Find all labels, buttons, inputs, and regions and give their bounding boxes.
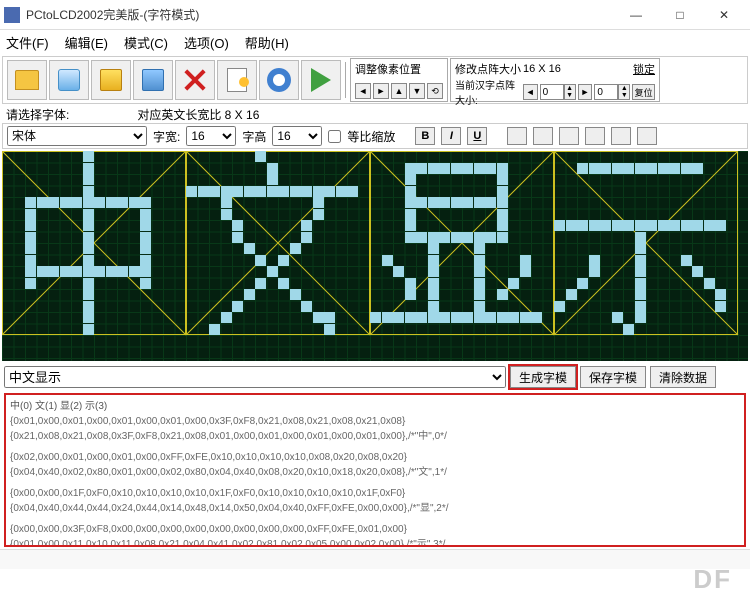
shift-up-button[interactable]: ▲ xyxy=(391,83,407,99)
folder-icon xyxy=(15,70,39,90)
disk2-icon xyxy=(142,69,164,91)
glyph-canvas[interactable] xyxy=(2,151,748,361)
open-button[interactable] xyxy=(7,60,47,100)
settings-button[interactable] xyxy=(259,60,299,100)
dm-y-input[interactable] xyxy=(594,84,618,100)
saveas-button[interactable] xyxy=(133,60,173,100)
pixel-shift-title: 调整像素位置 xyxy=(355,61,443,77)
output-area[interactable]: 中(0) 文(1) 显(2) 示(3) {0x01,0x00,0x01,0x00… xyxy=(4,393,746,547)
menu-mode[interactable]: 模式(C) xyxy=(124,33,168,52)
shift-right-button[interactable]: ► xyxy=(373,83,389,99)
dotmatrix-size: 16 X 16 xyxy=(523,63,561,75)
dotmatrix-panel: 修改点阵大小 16 X 16 锁定 当前汉字点阵大小: ◄ ▲▼ ► ▲▼ 复位 xyxy=(450,58,660,102)
eqscale-checkbox[interactable] xyxy=(328,130,341,143)
char-height-select[interactable]: 16 xyxy=(272,126,322,146)
output-line: {0x04,0x40,0x44,0x44,0x24,0x44,0x14,0x48… xyxy=(10,501,740,516)
clear-data-button[interactable]: 清除数据 xyxy=(650,366,716,388)
output-line: {0x02,0x00,0x01,0x00,0x01,0x00,0xFF,0xFE… xyxy=(10,450,740,465)
generate-button[interactable]: 生成字模 xyxy=(510,366,576,388)
flip-h-button[interactable] xyxy=(507,127,527,145)
menu-bar: 文件(F) 编辑(E) 模式(C) 选项(O) 帮助(H) xyxy=(0,30,750,54)
dm-x-input[interactable] xyxy=(540,84,564,100)
watermark: DF xyxy=(693,564,732,595)
close-button[interactable]: ✕ xyxy=(702,0,746,30)
app-icon xyxy=(4,7,20,23)
text-input[interactable]: 中文显示 xyxy=(4,366,506,388)
dm-x-spin[interactable]: ▲▼ xyxy=(540,84,576,100)
dm-left[interactable]: ◄ xyxy=(523,84,538,100)
char-width-select[interactable]: 16 xyxy=(186,126,236,146)
output-line: {0x04,0x40,0x02,0x80,0x01,0x00,0x02,0x80… xyxy=(10,465,740,480)
output-line: {0x01,0x00,0x11,0x10,0x11,0x08,0x21,0x04… xyxy=(10,537,740,547)
output-line: {0x00,0x00,0x1F,0xF0,0x10,0x10,0x10,0x10… xyxy=(10,486,740,501)
font-select[interactable]: 宋体 xyxy=(7,126,147,146)
output-line: {0x00,0x00,0x3F,0xF8,0x00,0x00,0x00,0x00… xyxy=(10,522,740,537)
reset-button[interactable]: 复位 xyxy=(632,84,655,100)
rotate-r-button[interactable] xyxy=(585,127,605,145)
char-width-label: 字宽: xyxy=(153,128,180,145)
flip-v-button[interactable] xyxy=(533,127,553,145)
x-icon xyxy=(182,67,208,93)
config-bar: 宋体 字宽: 16 字高 16 等比缩放 B I U xyxy=(2,123,748,149)
output-line: {0x01,0x00,0x01,0x00,0x01,0x00,0x01,0x00… xyxy=(10,414,740,429)
mirror-button[interactable] xyxy=(611,127,631,145)
lock-button[interactable]: 锁定 xyxy=(633,61,655,77)
dm-y-spin[interactable]: ▲▼ xyxy=(594,84,630,100)
pixel-shift-panel: 调整像素位置 ◄ ► ▲ ▼ ⟲ xyxy=(350,58,448,102)
font-prompt: 请选择字体: xyxy=(6,106,69,123)
menu-file[interactable]: 文件(F) xyxy=(6,33,49,52)
envelope-icon xyxy=(58,69,80,91)
note-button[interactable] xyxy=(217,60,257,100)
save-font-button[interactable]: 保存字模 xyxy=(580,366,646,388)
toolbar: 调整像素位置 ◄ ► ▲ ▼ ⟲ 修改点阵大小 16 X 16 锁定 当前汉字点… xyxy=(2,56,748,104)
mail-button[interactable] xyxy=(49,60,89,100)
window-title: PCtoLCD2002完美版-(字符模式) xyxy=(26,6,614,23)
char-box-1 xyxy=(186,151,370,335)
eqscale-label: 等比缩放 xyxy=(347,128,395,145)
menu-option[interactable]: 选项(O) xyxy=(184,33,229,52)
invert-button[interactable] xyxy=(637,127,657,145)
output-header: 中(0) 文(1) 显(2) 示(3) xyxy=(10,399,740,414)
save-button[interactable] xyxy=(91,60,131,100)
status-bar xyxy=(0,549,750,569)
char-box-3 xyxy=(554,151,738,335)
note-icon xyxy=(227,68,247,92)
menu-edit[interactable]: 编辑(E) xyxy=(65,33,108,52)
output-line: {0x21,0x08,0x21,0x08,0x3F,0xF8,0x21,0x08… xyxy=(10,429,740,444)
char-box-2 xyxy=(370,151,554,335)
separator xyxy=(345,62,346,98)
run-button[interactable] xyxy=(301,60,341,100)
bold-button[interactable]: B xyxy=(415,127,435,145)
italic-button[interactable]: I xyxy=(441,127,461,145)
rotate-l-button[interactable] xyxy=(559,127,579,145)
underline-button[interactable]: U xyxy=(467,127,487,145)
menu-help[interactable]: 帮助(H) xyxy=(245,33,289,52)
play-icon xyxy=(311,68,331,92)
gear-icon xyxy=(267,68,291,92)
title-bar: PCtoLCD2002完美版-(字符模式) — □ ✕ xyxy=(0,0,750,30)
ratio-label: 对应英文长宽比 8 X 16 xyxy=(137,106,259,123)
shift-down-button[interactable]: ▼ xyxy=(409,83,425,99)
dotmatrix-title: 修改点阵大小 xyxy=(455,61,521,77)
shift-reset-button[interactable]: ⟲ xyxy=(427,83,443,99)
disk-icon xyxy=(100,69,122,91)
minimize-button[interactable]: — xyxy=(614,0,658,30)
shift-left-button[interactable]: ◄ xyxy=(355,83,371,99)
dotmatrix-sub: 当前汉字点阵大小: xyxy=(455,77,521,107)
dm-right[interactable]: ► xyxy=(578,84,593,100)
char-height-label: 字高 xyxy=(242,128,266,145)
maximize-button[interactable]: □ xyxy=(658,0,702,30)
delete-button[interactable] xyxy=(175,60,215,100)
text-input-row: 中文显示 生成字模 保存字模 清除数据 xyxy=(0,363,750,391)
